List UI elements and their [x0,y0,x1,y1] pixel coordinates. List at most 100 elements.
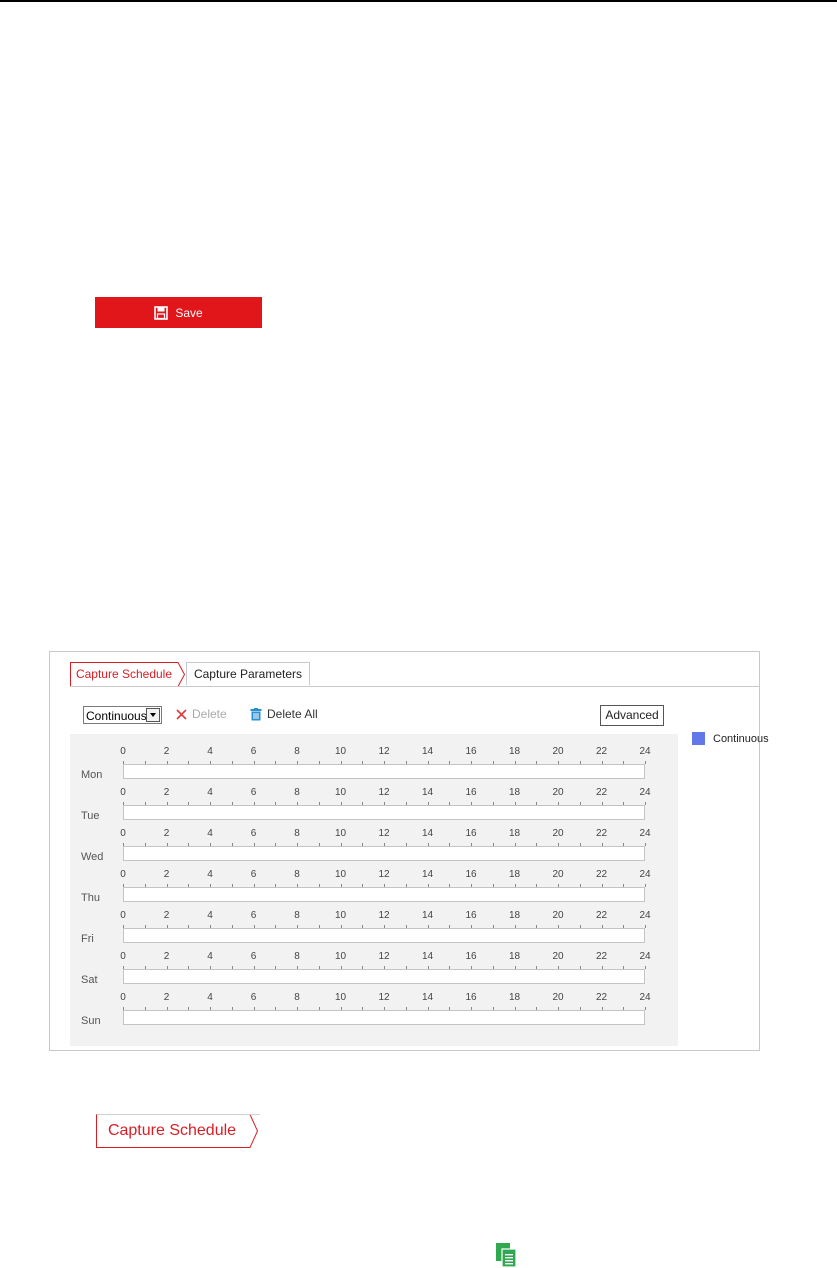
close-icon [176,708,187,720]
hour-tick-label: 18 [508,787,521,798]
save-button[interactable]: Save [95,297,262,328]
hour-tick-label: 22 [595,910,608,921]
hour-tick-label: 8 [294,869,300,880]
hour-tick-label: 20 [552,951,564,962]
hour-tick-label: 0 [120,951,126,962]
hour-tick-label: 2 [163,869,170,880]
hour-tick-label: 18 [508,992,521,1003]
tab-capture-parameters[interactable]: Capture Parameters [186,662,310,685]
hour-tick-label: 16 [465,992,477,1003]
schedule-timeline-bar[interactable] [123,846,645,861]
hour-tick-label: 10 [334,787,347,798]
tab-capture-schedule[interactable]: Capture Schedule [70,662,186,687]
hour-scale: 0 2 4 6 8 10 12 14 16 18 20 22 24 [120,823,651,846]
schedule-mode-select[interactable]: Continuous [83,706,162,724]
hour-tick-label: 18 [508,869,521,880]
hour-tick-label: 10 [334,992,347,1003]
schedule-mode-value: Continuous [86,709,147,723]
schedule-day-row: 0 2 4 6 8 10 12 14 16 18 20 22 24 Fri [70,905,678,946]
hour-tick-label: 2 [163,992,170,1003]
schedule-timeline-bar[interactable] [123,887,645,902]
hour-tick-label: 16 [465,787,477,798]
hour-tick-label: 22 [595,828,608,839]
capture-schedule-tab-callout[interactable]: Capture Schedule [96,1114,260,1148]
hour-tick-label: 2 [163,787,170,798]
hour-tick-label: 2 [163,828,170,839]
hour-tick-label: 18 [508,828,521,839]
schedule-timeline-bar[interactable] [123,969,645,984]
legend-swatch-continuous [692,732,705,745]
save-button-label: Save [175,305,203,320]
hour-tick-mark [645,966,646,969]
hour-tick-label: 18 [508,951,521,962]
hour-tick-label: 12 [378,910,390,921]
schedule-day-row: 0 2 4 6 8 10 12 14 16 18 20 22 24 Sun [70,987,678,1028]
hour-tick-label: 6 [250,828,257,839]
hour-tick-label: 20 [552,992,564,1003]
hour-tick-label: 20 [552,869,564,880]
advanced-button[interactable]: Advanced [600,705,664,726]
hour-tick-label: 0 [120,869,126,880]
weekly-schedule-grid: 0 2 4 6 8 10 12 14 16 18 20 22 24 Mon 0 2 4 6 8 10 12 14 16 18 2… [70,734,678,1046]
hour-tick-label: 0 [120,828,126,839]
schedule-day-row: 0 2 4 6 8 10 12 14 16 18 20 22 24 Sat [70,946,678,987]
chevron-down-icon[interactable] [146,708,160,722]
hour-tick-label: 2 [163,746,170,757]
day-label: Wed [81,851,104,863]
delete-all-label: Delete All [267,707,318,721]
hour-tick-label: 8 [294,992,300,1003]
hour-tick-label: 2 [163,951,170,962]
delete-button[interactable]: Delete [176,707,227,721]
hour-tick-label: 24 [639,787,651,798]
hour-tick-label: 24 [639,746,651,757]
hour-tick-label: 24 [639,951,651,962]
hour-tick-label: 4 [207,828,213,839]
day-label: Mon [81,769,103,781]
hour-tick-label: 10 [334,869,347,880]
hour-tick-label: 14 [421,787,434,798]
top-rule [0,0,837,2]
hour-tick-label: 16 [465,910,477,921]
copy-icon[interactable] [496,1243,518,1268]
hour-tick-label: 6 [250,951,257,962]
hour-tick-label: 8 [294,910,300,921]
hour-tick-label: 4 [207,951,213,962]
schedule-timeline-bar[interactable] [123,805,645,820]
hour-tick-label: 6 [250,746,257,757]
schedule-day-row: 0 2 4 6 8 10 12 14 16 18 20 22 24 Mon [70,741,678,782]
hour-tick-label: 20 [552,787,564,798]
hour-tick-label: 16 [465,869,477,880]
schedule-timeline-bar[interactable] [123,764,645,779]
hour-tick-mark [645,802,646,805]
schedule-timeline-bar[interactable] [123,928,645,943]
hour-tick-label: 8 [294,787,300,798]
hour-tick-label: 24 [639,910,651,921]
capture-schedule-panel: Capture Schedule Capture Parameters Cont… [49,651,769,1051]
hour-tick-label: 0 [120,746,126,757]
hour-tick-label: 4 [207,992,213,1003]
schedule-timeline-bar[interactable] [123,1010,645,1025]
hour-tick-label: 0 [120,910,126,921]
hour-tick-label: 18 [508,746,521,757]
day-label: Sun [81,1015,101,1027]
hour-tick-mark [645,761,646,764]
hour-tick-label: 20 [552,910,564,921]
capture-schedule-callout-label: Capture Schedule [107,1122,237,1139]
hour-tick-label: 16 [465,746,477,757]
hour-tick-label: 12 [378,992,390,1003]
hour-tick-label: 14 [421,992,434,1003]
schedule-day-row: 0 2 4 6 8 10 12 14 16 18 20 22 24 Tue [70,782,678,823]
day-label: Sat [81,974,98,986]
schedule-day-row: 0 2 4 6 8 10 12 14 16 18 20 22 24 Wed [70,823,678,864]
hour-scale: 0 2 4 6 8 10 12 14 16 18 20 22 24 [120,987,651,1010]
hour-tick-label: 12 [378,869,390,880]
hour-tick-label: 22 [595,869,608,880]
floppy-disk-icon [154,305,169,320]
delete-all-button[interactable]: Delete All [250,707,318,721]
hour-tick-label: 20 [552,828,564,839]
trash-icon [250,707,262,720]
hour-tick-label: 12 [378,787,390,798]
hour-tick-label: 14 [421,951,434,962]
delete-label: Delete [192,707,227,721]
hour-tick-label: 14 [421,746,434,757]
